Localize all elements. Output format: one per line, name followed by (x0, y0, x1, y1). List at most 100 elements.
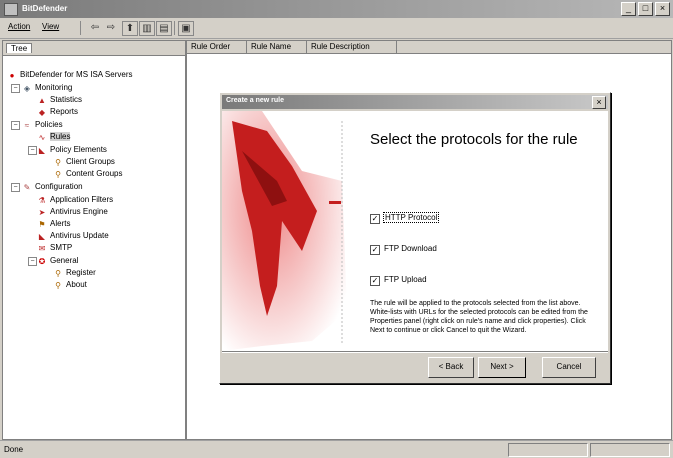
tree-item-monitoring[interactable]: ◈ Monitoring (22, 82, 72, 93)
application-filters-icon: ⚗ (38, 196, 46, 205)
tree-item-label: SMTP (50, 243, 73, 252)
tree-item-label: Alerts (50, 219, 71, 228)
tree-item-label: Content Groups (66, 169, 123, 178)
menu-action[interactable]: Action (8, 22, 30, 31)
protocol-option-http[interactable]: ✓ HTTP Protocol (370, 212, 440, 224)
menu-view[interactable]: View (42, 22, 59, 31)
column-header-rule-name[interactable]: Rule Name (247, 41, 307, 53)
collapse-icon[interactable]: − (11, 183, 20, 192)
tree-item-label: Client Groups (66, 157, 115, 166)
close-button[interactable]: × (655, 2, 670, 16)
up-icon[interactable]: ⬆ (122, 21, 138, 36)
checkbox-checked-icon[interactable]: ✓ (370, 245, 380, 255)
tree-item-label: Statistics (50, 95, 83, 104)
back-icon[interactable]: ⇦ (88, 21, 102, 34)
tree-item-policies[interactable]: ≈ Policies (22, 119, 63, 130)
dialog-titlebar: Create a new rule × (222, 95, 608, 109)
configuration-icon: ✎ (23, 183, 31, 192)
toolbar-separator (80, 21, 81, 35)
tree-item-policy-elements[interactable]: ◣ Policy Elements (37, 144, 107, 155)
column-header-rule-description[interactable]: Rule Description (307, 41, 397, 53)
collapse-icon[interactable]: − (11, 121, 20, 130)
tree-item-general[interactable]: ✪ General (37, 255, 79, 266)
tree-item-about[interactable]: ⚲ About (53, 279, 87, 290)
menu-bar: Action View ⇦ ⇨ ⬆ ▥ ▤ ▣ (0, 18, 673, 39)
antivirus-update-icon: ◣ (38, 232, 46, 241)
checkbox-checked-icon[interactable]: ✓ (370, 214, 380, 224)
window-title: BitDefender (22, 4, 68, 13)
rules-icon: ∿ (38, 133, 46, 142)
tree-item-application-filters[interactable]: ⚗ Application Filters (37, 194, 113, 205)
tree-item-client-groups[interactable]: ⚲ Client Groups (53, 156, 115, 167)
tree-item-register[interactable]: ⚲ Register (53, 267, 96, 278)
help-icon[interactable]: ▣ (178, 21, 194, 36)
tree-item-label: Policies (35, 120, 63, 129)
monitoring-icon: ◈ (23, 84, 31, 93)
about-icon: ⚲ (55, 281, 61, 290)
protocol-option-ftp-download[interactable]: ✓ FTP Download (370, 244, 437, 255)
maximize-button[interactable]: □ (638, 2, 653, 16)
app-icon (4, 3, 18, 16)
checkbox-checked-icon[interactable]: ✓ (370, 276, 380, 286)
statistics-icon: ▲ (38, 96, 46, 105)
tree-tab-header: Tree (3, 41, 185, 56)
tree-item-configuration[interactable]: ✎ Configuration (22, 181, 83, 192)
collapse-icon[interactable]: − (11, 84, 20, 93)
status-panel (590, 443, 670, 457)
tree-item-label: Application Filters (50, 195, 114, 204)
tree-item-antivirus-engine[interactable]: ➤ Antivirus Engine (37, 206, 108, 217)
show-hide-tree-icon[interactable]: ▥ (139, 21, 155, 36)
tree-item-label: Reports (50, 107, 79, 116)
tree-item-label: About (66, 280, 87, 289)
next-button[interactable]: Next > (478, 357, 526, 378)
back-button[interactable]: < Back (428, 357, 474, 378)
minimize-button[interactable]: _ (621, 2, 636, 16)
tree-item-statistics[interactable]: ▲ Statistics (37, 94, 82, 105)
tree-item-label: Antivirus Engine (50, 207, 108, 216)
general-icon: ✪ (38, 257, 46, 266)
toolbar-separator (174, 21, 175, 35)
tree-item-antivirus-update[interactable]: ◣ Antivirus Update (37, 230, 109, 241)
content-groups-icon: ⚲ (55, 170, 61, 179)
tree-item-label: Policy Elements (50, 145, 107, 154)
tree-item-reports[interactable]: ◆ Reports (37, 106, 78, 117)
protocol-label: FTP Download (384, 244, 437, 253)
tree-item-bitdefender[interactable]: ● BitDefender for MS ISA Servers (7, 69, 133, 80)
tree-item-label: General (50, 256, 79, 265)
new-rule-wizard-dialog: Create a new rule × Select the protocols… (219, 92, 611, 384)
column-header-rule-order[interactable]: Rule Order (187, 41, 247, 53)
protocol-label: HTTP Protocol (382, 212, 440, 223)
tree-item-label: Monitoring (35, 83, 73, 92)
status-text: Done (4, 445, 24, 454)
tree-item-label: Configuration (35, 182, 83, 191)
wizard-description: The rule will be applied to the protocol… (370, 300, 588, 334)
tree-item-label: Antivirus Update (50, 231, 109, 240)
dialog-close-button[interactable]: × (592, 96, 606, 109)
status-panel (508, 443, 588, 457)
collapse-icon[interactable]: − (28, 146, 37, 155)
tree-item-content-groups[interactable]: ⚲ Content Groups (53, 168, 122, 179)
tree-item-rules[interactable]: ∿ Rules (37, 131, 71, 142)
tree-pane: Tree ● BitDefender for MS ISA Servers − ◈… (2, 40, 186, 440)
tree-item-alerts[interactable]: ⚑ Alerts (37, 218, 70, 229)
tree-item-smtp[interactable]: ✉ SMTP (37, 242, 73, 253)
wizard-heading: Select the protocols for the rule (370, 131, 578, 148)
wizard-banner-image (222, 111, 352, 351)
window-titlebar: BitDefender _ □ × (0, 0, 673, 18)
properties-icon[interactable]: ▤ (156, 21, 172, 36)
policies-icon: ≈ (24, 121, 30, 130)
cancel-button[interactable]: Cancel (542, 357, 596, 378)
dialog-title: Create a new rule (226, 97, 284, 104)
tree-tab[interactable]: Tree (6, 43, 33, 53)
collapse-icon[interactable]: − (28, 257, 37, 266)
protocol-label: FTP Upload (384, 275, 427, 284)
protocol-option-ftp-upload[interactable]: ✓ FTP Upload (370, 275, 427, 286)
smtp-icon: ✉ (38, 244, 46, 253)
antivirus-engine-icon: ➤ (38, 208, 46, 217)
tree-item-label: BitDefender for MS ISA Servers (20, 70, 133, 79)
column-headers: Rule Order Rule Name Rule Description (187, 41, 671, 54)
forward-icon[interactable]: ⇨ (104, 21, 118, 34)
dialog-separator (222, 351, 608, 353)
tree-item-label: Register (66, 268, 96, 277)
tree-item-label: Rules (50, 132, 71, 141)
